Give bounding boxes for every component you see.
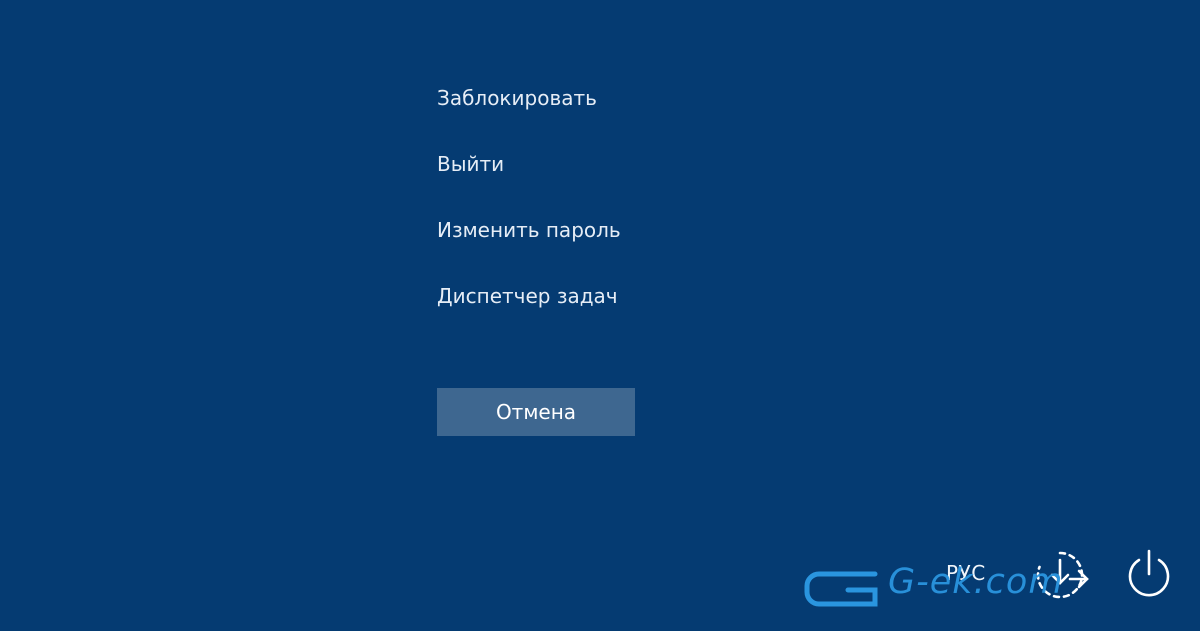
change-password-option[interactable]: Изменить пароль bbox=[437, 212, 797, 248]
power-icon[interactable] bbox=[1121, 547, 1177, 603]
sign-out-option[interactable]: Выйти bbox=[437, 146, 797, 182]
lock-option[interactable]: Заблокировать bbox=[437, 80, 797, 116]
watermark-text: G-ek.com bbox=[888, 562, 1064, 602]
cancel-button[interactable]: Отмена bbox=[437, 388, 635, 436]
task-manager-option[interactable]: Диспетчер задач bbox=[437, 278, 797, 314]
security-options-menu: Заблокировать Выйти Изменить пароль Дисп… bbox=[437, 80, 797, 344]
